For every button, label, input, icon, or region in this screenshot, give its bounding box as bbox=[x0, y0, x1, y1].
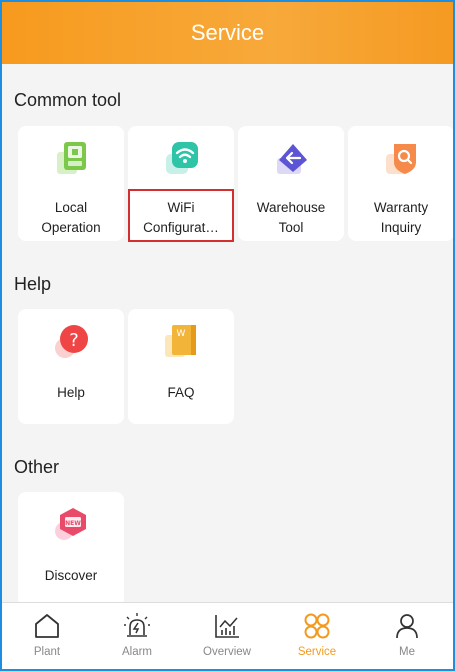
tab-alarm-label: Alarm bbox=[121, 646, 153, 658]
warehouse-tool-label: Warehouse Tool bbox=[256, 200, 326, 235]
discover-card[interactable]: NEW Discover bbox=[18, 492, 124, 607]
help-label: Help bbox=[57, 385, 85, 400]
page-header: Service bbox=[2, 2, 453, 64]
local-operation-card[interactable]: Local Operation bbox=[18, 126, 124, 241]
user-icon bbox=[396, 614, 418, 639]
warranty-inquiry-card[interactable]: Warranty Inquiry bbox=[348, 126, 453, 241]
wifi-config-icon bbox=[166, 142, 198, 174]
alarm-icon bbox=[124, 613, 150, 637]
local-operation-label: Local Operation bbox=[41, 200, 101, 235]
tab-service[interactable]: Service bbox=[272, 603, 362, 669]
tab-me[interactable]: Me bbox=[362, 603, 452, 669]
tab-me-label: Me bbox=[399, 646, 415, 658]
warranty-inquiry-label: Warranty Inquiry bbox=[373, 200, 429, 235]
section-title-other: Other bbox=[14, 457, 60, 477]
warehouse-tool-card[interactable]: Warehouse Tool bbox=[238, 126, 344, 241]
faq-card[interactable]: W FAQ bbox=[128, 309, 234, 424]
tab-service-label: Service bbox=[297, 646, 337, 658]
tab-plant-label: Plant bbox=[33, 646, 61, 658]
discover-new-icon: NEW bbox=[55, 508, 86, 540]
discover-label: Discover bbox=[44, 568, 98, 583]
tab-plant[interactable]: Plant bbox=[2, 603, 92, 669]
service-grid-icon bbox=[304, 613, 330, 639]
svg-text:W: W bbox=[177, 329, 186, 339]
local-operation-icon bbox=[57, 142, 86, 174]
page-title: Service bbox=[190, 20, 265, 45]
app-frame: Service Common tool Local Operation WiFi… bbox=[0, 0, 455, 671]
chart-icon bbox=[215, 615, 239, 638]
svg-text:NEW: NEW bbox=[65, 520, 81, 527]
tab-overview[interactable]: Overview bbox=[182, 603, 272, 669]
section-title-help: Help bbox=[14, 274, 52, 294]
faq-label: FAQ bbox=[167, 385, 195, 400]
highlight-box bbox=[128, 189, 234, 242]
tab-alarm[interactable]: Alarm bbox=[92, 603, 182, 669]
section-title-common-tool: Common tool bbox=[14, 90, 122, 110]
bottom-tab-bar: Plant Alarm Overview Service Me bbox=[2, 602, 453, 669]
help-card[interactable]: ? Help bbox=[18, 309, 124, 424]
home-icon bbox=[35, 614, 59, 638]
help-icon: ? bbox=[55, 325, 88, 358]
tab-overview-label: Overview bbox=[203, 646, 251, 658]
warehouse-tool-icon bbox=[277, 144, 307, 174]
warranty-inquiry-icon bbox=[386, 144, 416, 174]
svg-text:?: ? bbox=[69, 330, 79, 351]
faq-icon: W bbox=[165, 325, 196, 357]
